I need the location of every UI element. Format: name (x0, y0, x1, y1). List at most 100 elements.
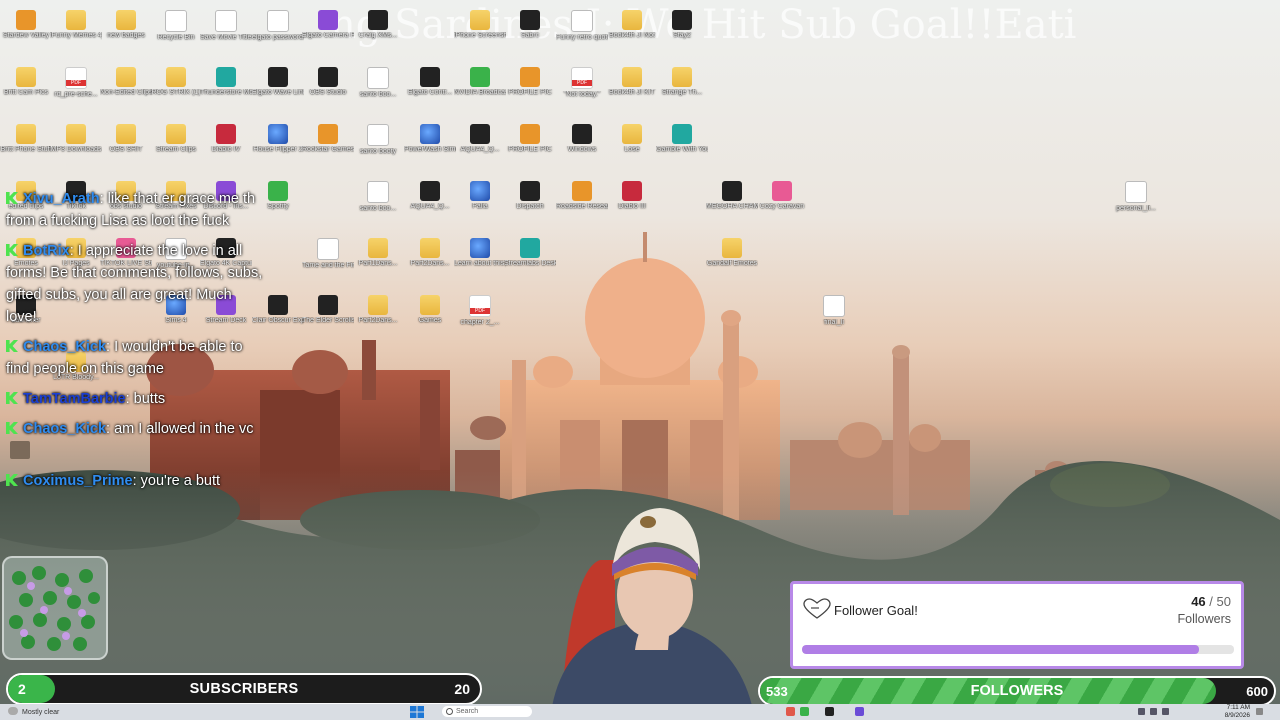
desktop-icon[interactable]: Roadside Research (556, 181, 608, 211)
desktop-icon[interactable]: Sabrc (504, 10, 556, 40)
desktop-icon[interactable]: Stardew Valley (0, 10, 52, 40)
clover-jar-icon (9, 566, 100, 651)
desktop-icon[interactable]: PROFILE PIC (504, 124, 556, 154)
desktop-icon[interactable]: rd_pre-sche... (50, 67, 102, 99)
desktop-icon[interactable]: Games (404, 295, 456, 325)
chat-username[interactable]: Chaos_Kick (23, 339, 106, 355)
desktop-icon[interactable]: Tame and the Firefighter's... (302, 238, 354, 270)
desktop-icon[interactable]: Rockstar Games ... (302, 124, 354, 154)
desktop-icon[interactable]: PowerWash Simulator 2 (404, 124, 456, 154)
chat-message: Xivu_Arath: like that er grace me th fro… (6, 188, 266, 232)
desktop-icon[interactable]: Elgato Wave Link (252, 67, 304, 97)
desktop-icon[interactable]: MP3 Downloads (50, 124, 102, 154)
windows-start-icon[interactable] (410, 706, 424, 718)
desktop-icon[interactable]: santo boo... (352, 67, 404, 99)
folder-icon (116, 124, 136, 144)
desktop-icon[interactable]: OBS SHIT (100, 124, 152, 154)
notification-bell-icon[interactable] (1256, 708, 1263, 715)
desktop-icon[interactable]: Funny retro quotes (556, 10, 608, 42)
desktop-icon-label: Stardew Valley (2, 32, 50, 39)
taskbar-app-icon[interactable] (855, 707, 864, 716)
goal-current: 46 (1191, 594, 1206, 609)
folder-icon (116, 67, 136, 87)
desktop-icon[interactable]: Dispatch (504, 181, 556, 211)
desktop-icon-label: AQUA4_Q... (460, 146, 500, 153)
desktop-icon[interactable]: Stream Clips (150, 124, 202, 154)
desktop-icon[interactable]: AQUA4_Q... (454, 124, 506, 154)
desktop-icon[interactable]: Streamlabs Desktop (504, 238, 556, 268)
desktop-icon[interactable]: PROFILE PIC (504, 67, 556, 97)
desktop-icon-label: iFunny Memes 4_SH (50, 32, 102, 39)
document-icon (367, 181, 389, 203)
desktop-icon[interactable]: Cozy Caravan (756, 181, 808, 211)
desktop-icon-label: NVIDIA Broadcast (454, 89, 506, 96)
chat-message: BotRix: I appreciate the love in all for… (6, 240, 266, 328)
taskbar-search-box[interactable]: Search (442, 706, 532, 717)
desktop-icon[interactable]: OBS Studio (302, 67, 354, 97)
weather-widget[interactable]: Mostly clear (8, 707, 59, 716)
desktop-icon[interactable]: Save Movie Titles (200, 10, 252, 42)
volume-icon[interactable] (1162, 708, 1169, 715)
desktop-icon[interactable]: new badges (100, 10, 152, 40)
desktop-icon[interactable]: Book4th JI KIT (606, 67, 658, 97)
desktop-icon[interactable]: House Flipper 2 (252, 124, 304, 154)
desktop-icon[interactable]: Gandalf Emotes (706, 238, 758, 268)
desktop-icon[interactable]: "Not today." (556, 67, 608, 99)
desktop-icon[interactable]: Thunderstore Mod Mana... (200, 67, 252, 97)
desktop-icon[interactable]: Non-Edited Clips (100, 67, 152, 97)
desktop-icon[interactable]: AQUA4_Q... (404, 181, 456, 211)
desktop-icon[interactable]: Strange Th... (656, 67, 708, 97)
desktop-icon[interactable]: iPhone Screenshot... (454, 10, 506, 40)
chat-username[interactable]: BotRix (23, 243, 70, 259)
desktop-icon-label: santo boo... (359, 205, 397, 212)
desktop-icon[interactable]: Book4th JI Not (606, 10, 658, 40)
folder-icon (420, 295, 440, 315)
chat-colon: : (69, 243, 78, 259)
tray-icon[interactable] (1138, 708, 1145, 715)
desktop-icon[interactable]: Palia (454, 181, 506, 211)
desktop-icon[interactable]: Recycle Bin (150, 10, 202, 42)
desktop-icon[interactable]: NVIDIA Broadcast (454, 67, 506, 97)
desktop-icon[interactable]: elgato password... (252, 10, 304, 42)
app-icon (16, 10, 36, 30)
desktop-icon-label: Britt Phone Stuff (0, 146, 52, 153)
desktop-icon[interactable]: Stay2 (656, 10, 708, 40)
desktop-icon-label: santo boo... (359, 91, 397, 98)
desktop-icon[interactable]: Learn about this picture (454, 238, 506, 268)
desktop-icon[interactable]: iFunny Memes 4_SH (50, 10, 102, 40)
desktop-icon[interactable]: Craig XMs... (352, 10, 404, 40)
desktop-icon[interactable]: Part2Dans... (404, 238, 456, 268)
chat-username[interactable]: Coximus_Prime (23, 473, 133, 489)
desktop-icon-label: Streamlabs Desktop (504, 260, 556, 267)
desktop-icon[interactable]: final_li (808, 295, 860, 327)
desktop-icon[interactable]: Diablo IV (200, 124, 252, 154)
desktop-icon-label: Save Movie Titles (200, 34, 252, 41)
chat-username[interactable]: Xivu_Arath (23, 191, 100, 207)
desktop-icon[interactable]: Elgato Contr... (404, 67, 456, 97)
desktop-icon[interactable]: ROG STRIX (1) (150, 67, 202, 97)
chat-username[interactable]: Chaos_Kick (23, 421, 106, 437)
taskbar-app-icon[interactable] (800, 707, 809, 716)
desktop-icon[interactable]: Windows (556, 124, 608, 154)
desktop-icon[interactable]: santo booty (352, 124, 404, 156)
desktop-icon[interactable]: santo boo... (352, 181, 404, 213)
desktop-icon-label: Elgato Contr... (407, 89, 453, 96)
desktop-icon[interactable]: Part1Dans... (352, 238, 404, 268)
desktop-icon[interactable]: Britt Cam Pics (0, 67, 52, 97)
desktop-icon[interactable]: Britt Phone Stuff (0, 124, 52, 154)
desktop-icon[interactable]: The Elder Scrolls IV... (302, 295, 354, 325)
desktop-icon[interactable]: personal_li... (1110, 181, 1162, 213)
desktop-icon[interactable]: Gamble With Your Friends (656, 124, 708, 154)
desktop-icon[interactable]: Lose (606, 124, 658, 154)
desktop-icon[interactable]: Diablo III (606, 181, 658, 211)
desktop-icon[interactable]: Part2Dans... (352, 295, 404, 325)
taskbar-app-icon[interactable] (825, 707, 834, 716)
desktop-icon[interactable]: MEGOHA CHAMELEON (706, 181, 758, 211)
taskbar-app-icon[interactable] (786, 707, 795, 716)
taskbar-clock[interactable]: 7:11 AM 8/9/2026 (1225, 704, 1250, 720)
network-icon[interactable] (1150, 708, 1157, 715)
folder-icon (420, 238, 440, 258)
desktop-icon[interactable]: chapter 2_... (454, 295, 506, 327)
desktop-icon[interactable]: Elgato Camera Hub (302, 10, 354, 40)
chat-username[interactable]: TamTamBarbie (23, 391, 126, 407)
